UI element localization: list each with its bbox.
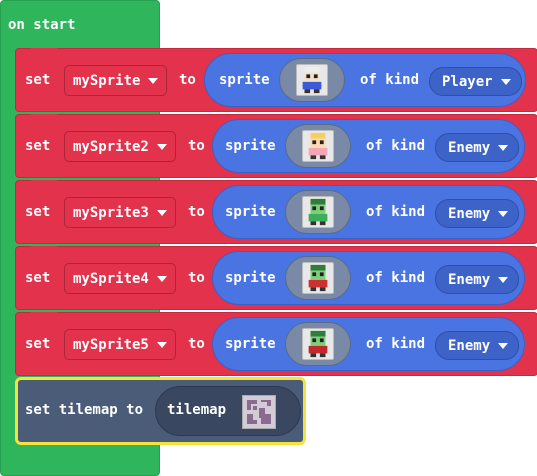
variable-dropdown[interactable]: mySprite2 xyxy=(64,131,176,162)
set-tilemap-block[interactable]: set tilemap to tilemap xyxy=(15,377,306,445)
tilemap-thumbnail-icon[interactable] xyxy=(242,395,276,429)
set-sprite-block[interactable]: set mySprite to sprite of kind Player xyxy=(15,48,537,112)
set-label: set xyxy=(25,336,51,352)
set-label: set xyxy=(25,204,51,220)
variable-dropdown[interactable]: mySprite xyxy=(64,65,168,96)
kind-value: Enemy xyxy=(448,337,491,354)
chevron-down-icon xyxy=(148,77,159,84)
sprite-label: sprite xyxy=(225,336,276,352)
block-notch xyxy=(31,180,57,185)
chevron-down-icon xyxy=(156,209,167,216)
to-label: to xyxy=(188,336,205,352)
set-label: set xyxy=(25,72,51,88)
set-label: set xyxy=(25,138,51,154)
variable-name: mySprite5 xyxy=(73,336,149,353)
zombie-mixed-sprite-icon xyxy=(302,328,334,360)
kind-dropdown[interactable]: Player xyxy=(429,67,522,96)
sprite-image-picker[interactable] xyxy=(285,190,351,234)
variable-dropdown[interactable]: mySprite3 xyxy=(64,197,176,228)
chevron-down-icon xyxy=(498,276,509,283)
player-sprite-icon xyxy=(296,64,328,96)
kind-dropdown[interactable]: Enemy xyxy=(435,331,520,360)
variable-dropdown[interactable]: mySprite4 xyxy=(64,263,176,294)
of-kind-label: of kind xyxy=(366,336,426,352)
kind-dropdown[interactable]: Enemy xyxy=(435,265,520,294)
variable-name: mySprite3 xyxy=(73,204,149,221)
kind-value: Player xyxy=(442,73,493,90)
variable-dropdown[interactable]: mySprite5 xyxy=(64,329,176,360)
set-label: set xyxy=(25,270,51,286)
kind-value: Enemy xyxy=(448,139,491,156)
sprite-reporter[interactable]: sprite of kind Enemy xyxy=(212,185,525,239)
princess-sprite-icon xyxy=(302,130,334,162)
chevron-down-icon xyxy=(498,342,509,349)
chevron-down-icon xyxy=(498,144,509,151)
sprite-image-picker[interactable] xyxy=(285,124,351,168)
sprite-image-picker[interactable] xyxy=(285,322,351,366)
variable-name: mySprite2 xyxy=(73,138,149,155)
block-notch xyxy=(31,114,57,119)
to-label: to xyxy=(188,204,205,220)
set-sprite-block[interactable]: set mySprite5 to sprite of kind Enemy xyxy=(15,312,537,376)
kind-dropdown[interactable]: Enemy xyxy=(435,199,520,228)
chevron-down-icon xyxy=(498,210,509,217)
block-notch xyxy=(31,48,57,53)
kind-value: Enemy xyxy=(448,205,491,222)
sprite-label: sprite xyxy=(225,204,276,220)
chevron-down-icon xyxy=(500,78,511,85)
set-tilemap-label: set tilemap to xyxy=(25,402,144,418)
sprite-reporter[interactable]: sprite of kind Enemy xyxy=(212,317,525,371)
sprite-label: sprite xyxy=(225,270,276,286)
to-label: to xyxy=(188,270,205,286)
chevron-down-icon xyxy=(156,275,167,282)
of-kind-label: of kind xyxy=(360,72,420,88)
on-start-label: on start xyxy=(8,17,76,33)
of-kind-label: of kind xyxy=(366,138,426,154)
set-sprite-block[interactable]: set mySprite4 to sprite of kind Enemy xyxy=(15,246,537,310)
sprite-reporter[interactable]: sprite of kind Enemy xyxy=(212,119,525,173)
kind-dropdown[interactable]: Enemy xyxy=(435,133,520,162)
sprite-reporter[interactable]: sprite of kind Enemy xyxy=(212,251,525,305)
chevron-down-icon xyxy=(156,341,167,348)
variable-name: mySprite4 xyxy=(73,270,149,287)
sprite-label: sprite xyxy=(219,72,270,88)
zombie-sprite-icon xyxy=(302,196,334,228)
to-label: to xyxy=(188,138,205,154)
tilemap-label: tilemap xyxy=(167,402,227,418)
of-kind-label: of kind xyxy=(366,270,426,286)
tilemap-reporter[interactable]: tilemap xyxy=(155,386,301,436)
sprite-image-picker[interactable] xyxy=(285,256,351,300)
of-kind-label: of kind xyxy=(366,204,426,220)
chevron-down-icon xyxy=(156,143,167,150)
sprite-label: sprite xyxy=(225,138,276,154)
sprite-reporter[interactable]: sprite of kind Player xyxy=(204,53,526,107)
sprite-image-picker[interactable] xyxy=(279,58,345,102)
set-sprite-block[interactable]: set mySprite2 to sprite of kind Enemy xyxy=(15,114,537,178)
kind-value: Enemy xyxy=(448,271,491,288)
to-label: to xyxy=(179,72,196,88)
zombie-red-sprite-icon xyxy=(302,262,334,294)
block-notch xyxy=(31,312,57,317)
block-notch xyxy=(31,246,57,251)
variable-name: mySprite xyxy=(73,72,141,89)
set-sprite-block[interactable]: set mySprite3 to sprite of kind Enemy xyxy=(15,180,537,244)
